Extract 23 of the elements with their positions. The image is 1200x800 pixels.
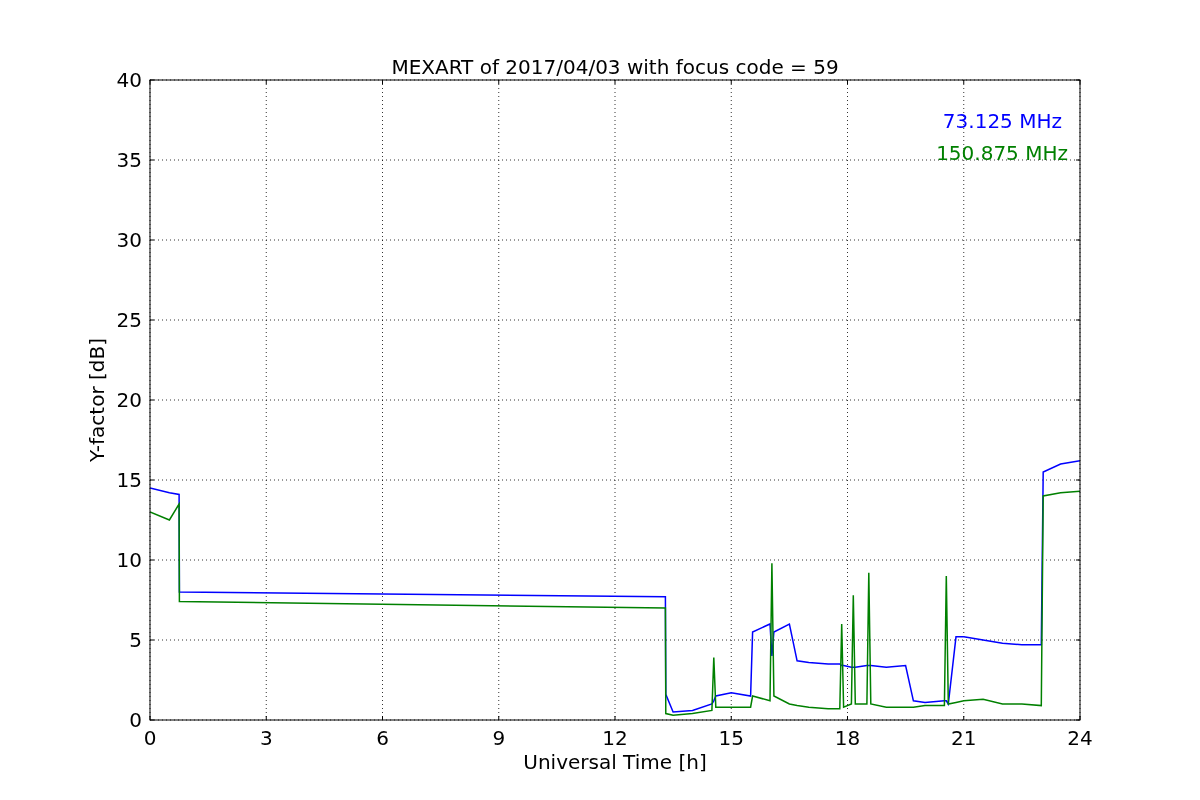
y-axis-title: Y-factor [dB] <box>85 338 109 462</box>
x-tick-label: 12 <box>602 726 628 750</box>
y-tick-label: 10 <box>116 548 142 572</box>
x-tick-label: 3 <box>259 726 273 750</box>
y-tick-label: 25 <box>116 308 142 332</box>
y-tick-label: 40 <box>116 68 142 92</box>
y-tick-label: 5 <box>129 628 142 652</box>
legend-label: 73.125 MHz <box>942 109 1062 133</box>
y-tick-label: 30 <box>116 228 142 252</box>
x-axis-title: Universal Time [h] <box>523 750 707 774</box>
chart-title: MEXART of 2017/04/03 with focus code = 59 <box>391 55 839 79</box>
y-tick-label: 20 <box>116 388 142 412</box>
y-tick-label: 15 <box>116 468 142 492</box>
x-tick-label: 9 <box>492 726 506 750</box>
x-tick-label: 0 <box>143 726 157 750</box>
y-tick-label: 35 <box>116 148 142 172</box>
y-tick-label: 0 <box>129 708 142 732</box>
x-tick-label: 24 <box>1067 726 1093 750</box>
legend-label: 150.875 MHz <box>936 141 1068 165</box>
x-tick-label: 6 <box>376 726 389 750</box>
x-tick-label: 21 <box>951 726 977 750</box>
x-tick-label: 15 <box>718 726 744 750</box>
x-tick-label: 18 <box>834 726 861 750</box>
